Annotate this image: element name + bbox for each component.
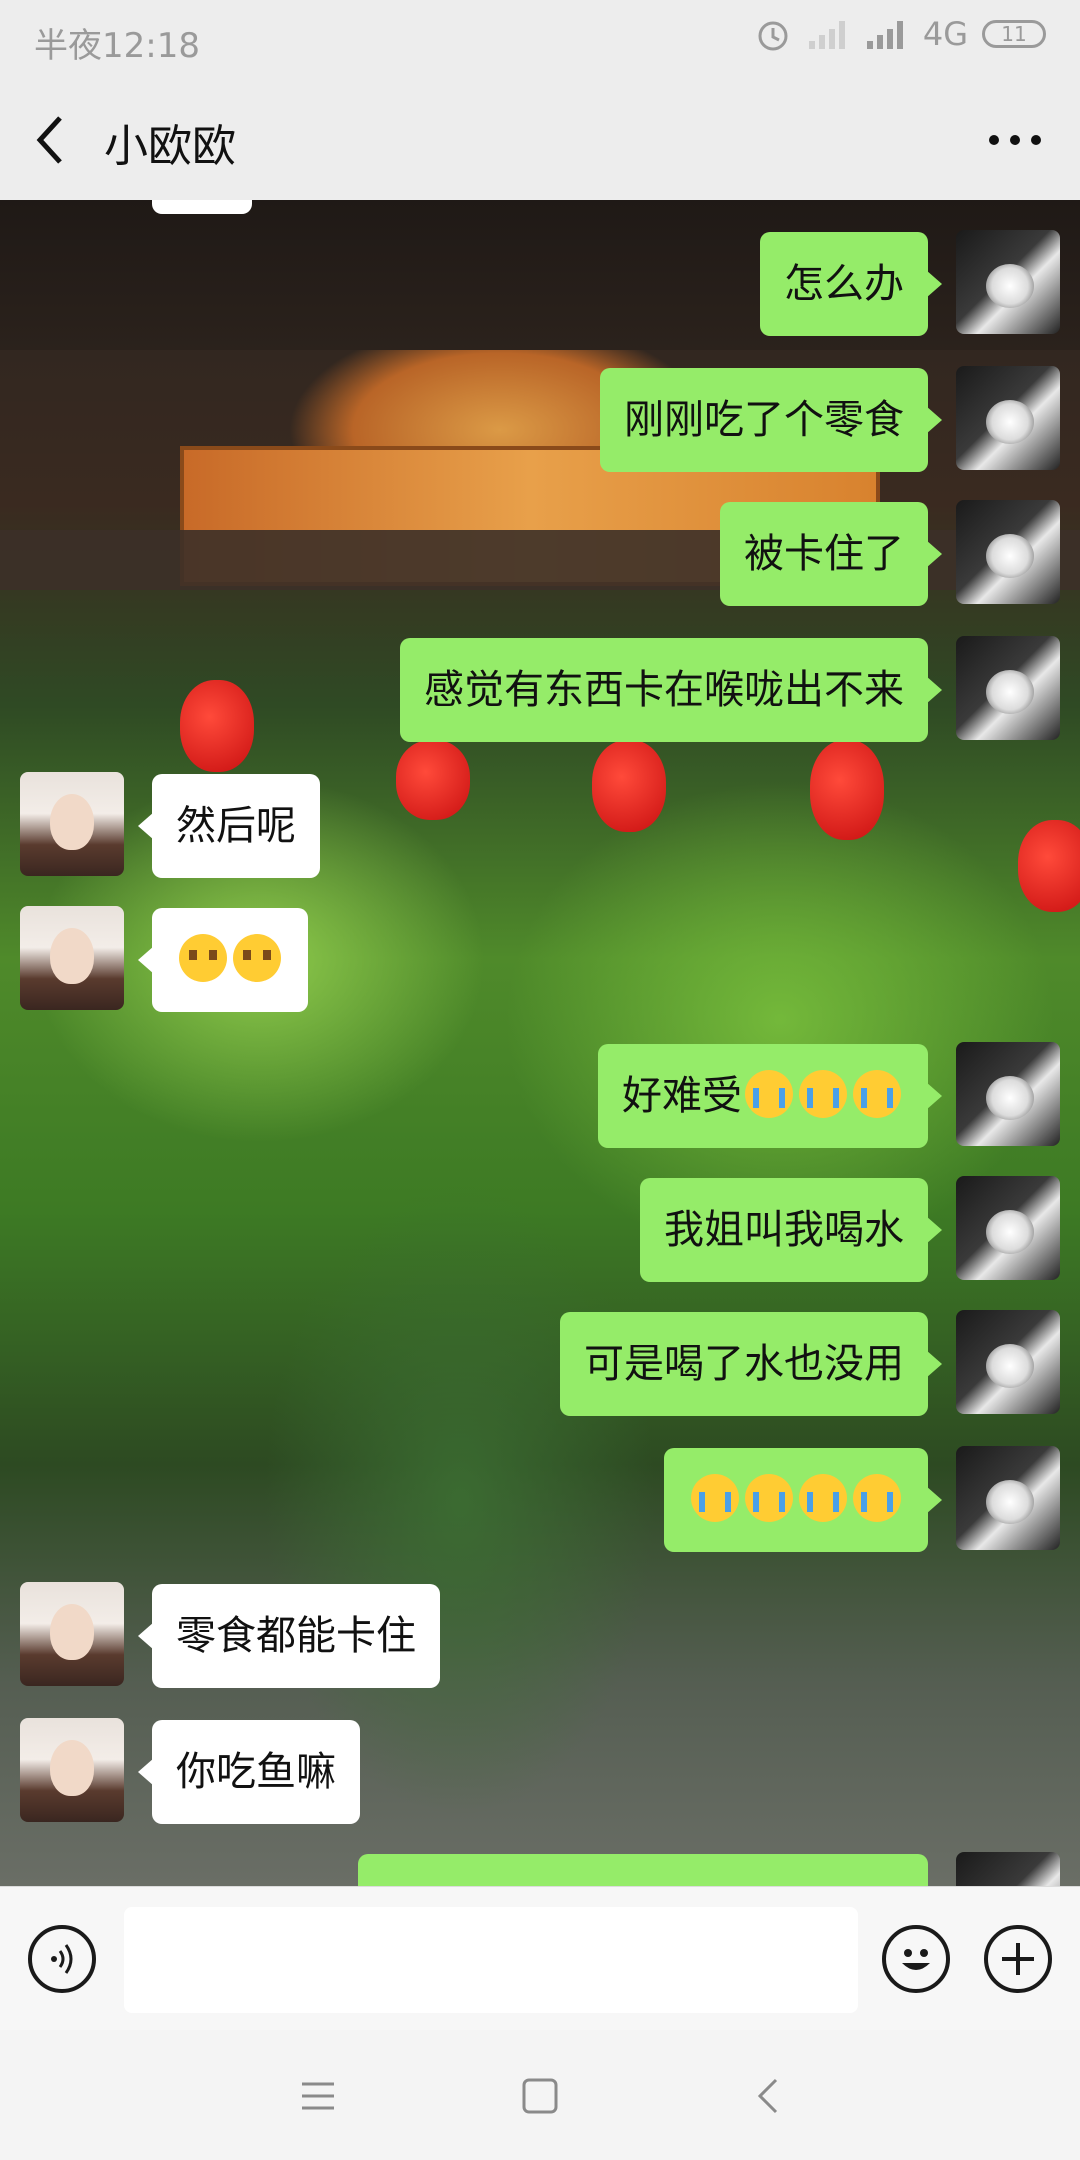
signal-icon — [866, 21, 903, 49]
my-avatar[interactable] — [956, 230, 1060, 334]
message-text: 被卡住了 — [744, 531, 904, 577]
background-lantern — [1018, 820, 1080, 912]
my-avatar[interactable] — [956, 1310, 1060, 1414]
loudly-crying-emoji — [853, 1070, 901, 1118]
message-bubble-sent[interactable]: 我姐叫我喝水 — [640, 1178, 942, 1282]
voice-input-button[interactable] — [28, 1925, 96, 1993]
message-input[interactable] — [124, 1907, 858, 2013]
status-icons: 4G 11 — [753, 14, 1046, 54]
message-bubble-sent[interactable] — [664, 1448, 942, 1552]
message-bubble-received[interactable]: 零食都能卡住 — [138, 1584, 440, 1688]
emoji-button[interactable] — [882, 1925, 950, 1993]
status-bar: 半夜12:18 4G 11 — [0, 0, 1080, 80]
loudly-crying-emoji — [853, 1474, 901, 1522]
input-bar — [0, 1886, 1080, 2031]
plus-icon — [1002, 1943, 1034, 1975]
smiley-icon — [902, 1949, 930, 1970]
my-avatar[interactable] — [956, 500, 1060, 604]
contact-name: 小欧欧 — [104, 121, 236, 172]
network-type: 4G — [922, 15, 968, 53]
background-lantern — [180, 680, 254, 772]
contact-avatar[interactable] — [20, 772, 124, 876]
message-text: 然后呢 — [176, 803, 296, 849]
voice-icon — [51, 1944, 73, 1974]
loudly-crying-emoji — [691, 1474, 739, 1522]
more-functions-button[interactable] — [984, 1925, 1052, 1993]
more-options-icon[interactable] — [980, 112, 1050, 168]
message-bubble-received[interactable] — [138, 908, 308, 1012]
battery-icon: 11 — [982, 20, 1046, 48]
message-bubble-received[interactable]: 然后呢 — [138, 774, 320, 878]
flushed-face-emoji — [233, 934, 281, 982]
background-lantern — [396, 740, 470, 820]
background-lantern — [810, 740, 884, 840]
message-bubble-sent[interactable]: 好难受 — [598, 1044, 942, 1148]
contact-avatar[interactable] — [20, 906, 124, 1010]
loudly-crying-emoji — [799, 1070, 847, 1118]
message-text: 零食都能卡住 — [176, 1613, 416, 1659]
my-avatar[interactable] — [956, 366, 1060, 470]
message-bubble-sent[interactable]: 可是喝了水也没用 — [560, 1312, 942, 1416]
background-lantern — [592, 740, 666, 832]
message-text: 怎么办 — [784, 261, 904, 307]
message-bubble-sent[interactable]: 刚刚吃了个零食 — [600, 368, 942, 472]
chat-header: 小欧欧 — [0, 80, 1080, 200]
message-text: 你吃鱼嘛 — [176, 1749, 336, 1795]
home-nav-icon[interactable] — [518, 2074, 562, 2118]
alarm-icon — [758, 21, 788, 51]
status-time: 半夜12:18 — [34, 26, 200, 66]
menu-nav-icon[interactable] — [296, 2074, 340, 2118]
message-bubble-sent[interactable]: 感觉有东西卡在喉咙出不来 — [400, 638, 942, 742]
partial-message-bubble[interactable] — [152, 200, 252, 214]
loudly-crying-emoji — [745, 1474, 793, 1522]
message-bubble-sent[interactable]: 被卡住了 — [720, 502, 942, 606]
loudly-crying-emoji — [745, 1070, 793, 1118]
message-text: 好难受 — [622, 1073, 742, 1119]
message-text: 感觉有东西卡在喉咙出不来 — [424, 667, 904, 713]
flushed-face-emoji — [179, 934, 227, 982]
message-text: 我姐叫我喝水 — [664, 1207, 904, 1253]
my-avatar[interactable] — [956, 1852, 1060, 1886]
contact-avatar[interactable] — [20, 1582, 124, 1686]
message-text: 可是喝了水也没用 — [584, 1341, 904, 1387]
message-bubble-received[interactable]: 你吃鱼嘛 — [138, 1720, 360, 1824]
back-nav-icon[interactable] — [748, 2074, 792, 2118]
back-arrow-icon[interactable] — [30, 112, 70, 168]
my-avatar[interactable] — [956, 1042, 1060, 1146]
message-bubble-sent-partial[interactable] — [358, 1854, 928, 1886]
system-nav-bar — [0, 2030, 1080, 2160]
message-text: 刚刚吃了个零食 — [624, 397, 904, 443]
my-avatar[interactable] — [956, 1176, 1060, 1280]
signal-empty-icon — [808, 21, 845, 49]
contact-avatar[interactable] — [20, 1718, 124, 1822]
message-bubble-sent[interactable]: 怎么办 — [760, 232, 942, 336]
loudly-crying-emoji — [799, 1474, 847, 1522]
chat-area[interactable]: 怎么办 刚刚吃了个零食 被卡住了 感觉有东西卡在喉咙出不来 然后呢 好难受 我姐… — [0, 200, 1080, 1886]
my-avatar[interactable] — [956, 1446, 1060, 1550]
my-avatar[interactable] — [956, 636, 1060, 740]
